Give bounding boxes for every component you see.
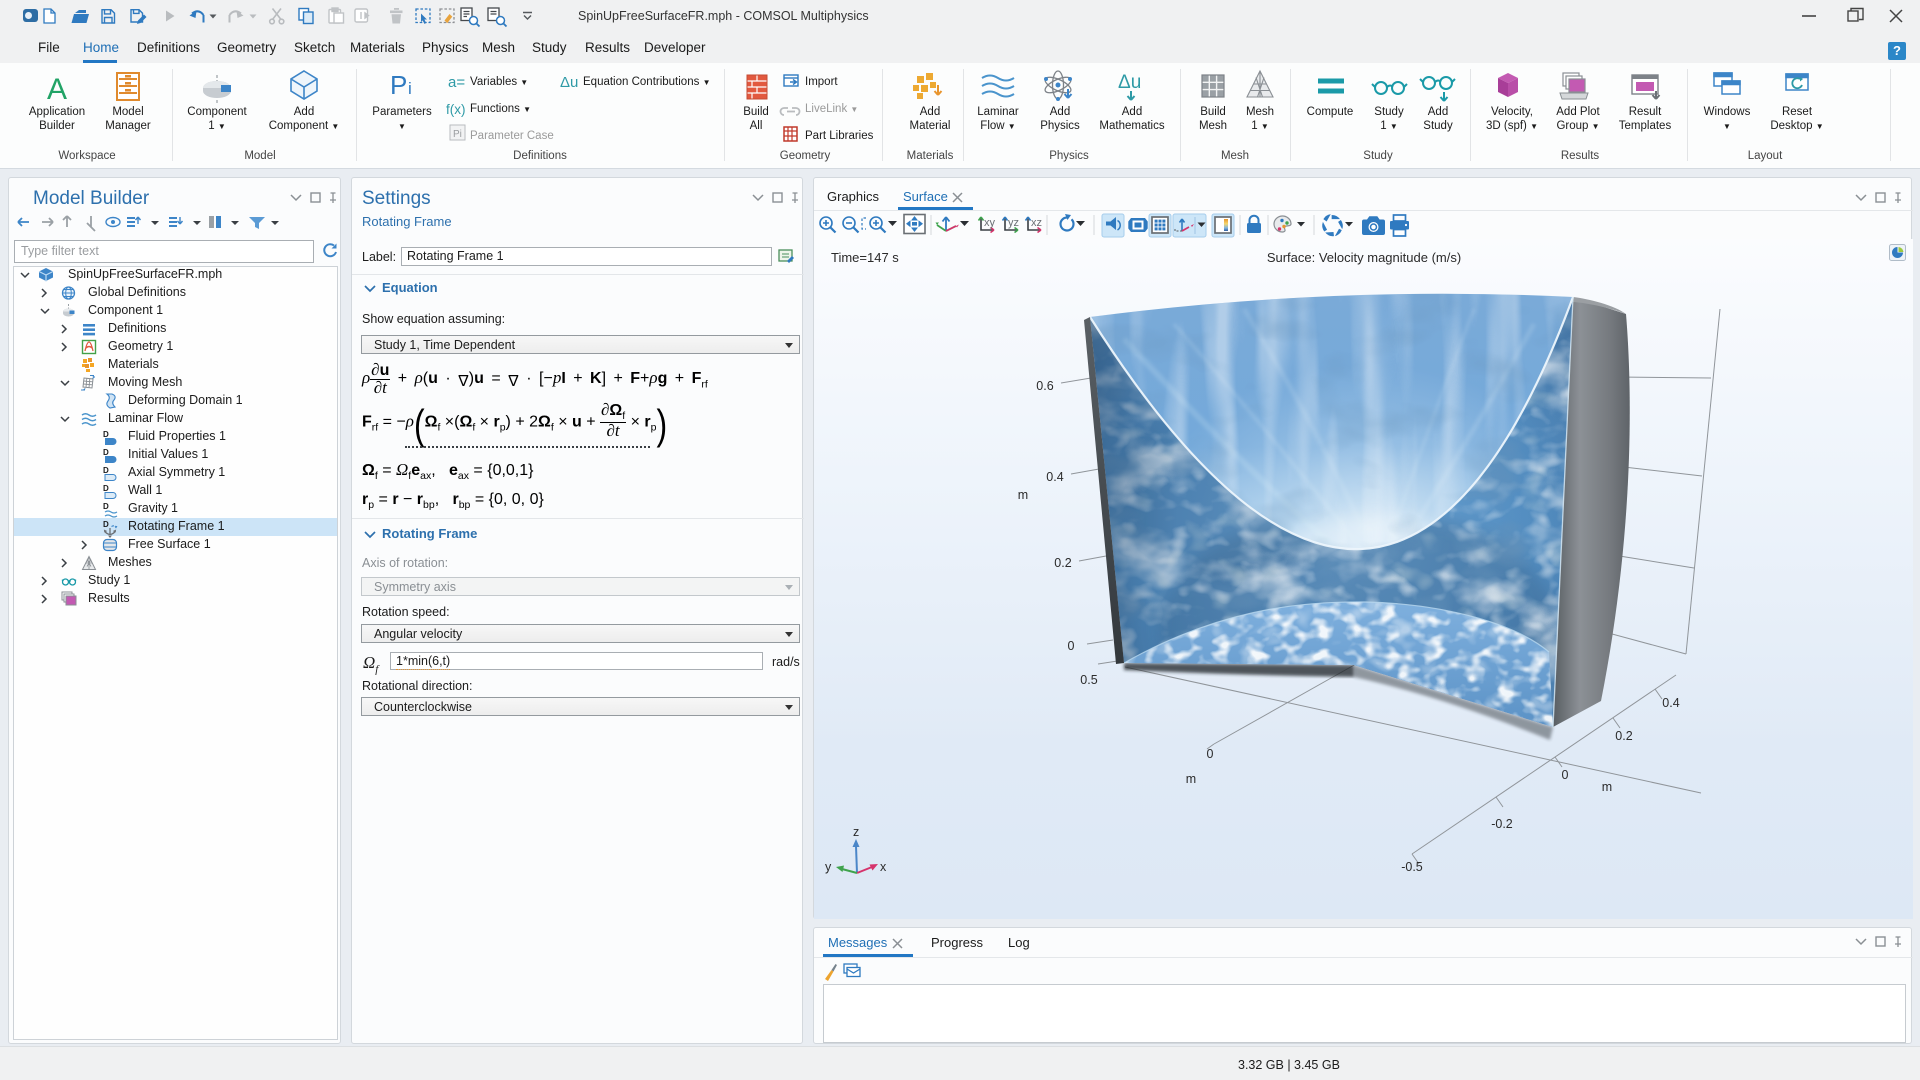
svg-text:0.2: 0.2 bbox=[1615, 729, 1632, 743]
svg-text:m: m bbox=[1602, 780, 1612, 794]
svg-text:z: z bbox=[853, 825, 859, 839]
svg-text:0.4: 0.4 bbox=[1662, 696, 1679, 710]
svg-text:m: m bbox=[1186, 772, 1196, 786]
svg-text:i: i bbox=[408, 79, 412, 98]
svg-text:yz: yz bbox=[1008, 217, 1019, 229]
svg-text:-0.5: -0.5 bbox=[1401, 860, 1423, 874]
svg-text:y: y bbox=[825, 860, 832, 874]
svg-text:D: D bbox=[103, 448, 109, 457]
svg-text:A: A bbox=[47, 73, 67, 106]
svg-text:-0.2: -0.2 bbox=[1491, 817, 1513, 831]
svg-text:0: 0 bbox=[1562, 768, 1569, 782]
svg-text:xz: xz bbox=[1031, 217, 1042, 229]
svg-text:m: m bbox=[1018, 488, 1028, 502]
svg-text:x: x bbox=[880, 860, 887, 874]
svg-text:D: D bbox=[103, 484, 109, 493]
svg-text:P: P bbox=[390, 70, 407, 100]
svg-text:a=: a= bbox=[448, 74, 465, 91]
svg-text:0: 0 bbox=[1207, 747, 1214, 761]
svg-text:D: D bbox=[103, 466, 109, 475]
svg-text:0.2: 0.2 bbox=[1054, 556, 1071, 570]
svg-text:0.4: 0.4 bbox=[1046, 470, 1063, 484]
svg-text:D: D bbox=[103, 430, 109, 439]
svg-text:Pi: Pi bbox=[453, 129, 462, 140]
svg-text:D: D bbox=[103, 520, 109, 529]
svg-text:Δu: Δu bbox=[1118, 72, 1141, 93]
svg-text:D: D bbox=[103, 502, 109, 511]
svg-text:0.6: 0.6 bbox=[1036, 379, 1053, 393]
svg-text:f(x): f(x) bbox=[446, 102, 466, 117]
svg-text:xy: xy bbox=[984, 217, 996, 229]
svg-text:0.5: 0.5 bbox=[1080, 673, 1097, 687]
svg-text:0: 0 bbox=[1068, 639, 1075, 653]
